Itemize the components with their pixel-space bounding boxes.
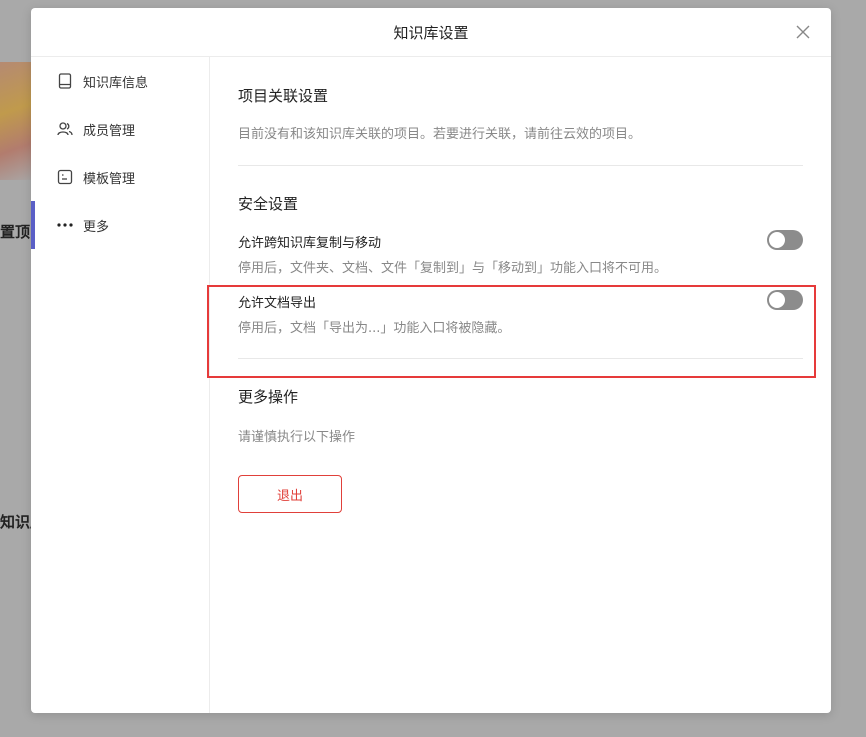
exit-button[interactable]: 退出 xyxy=(238,475,342,513)
more-ops-title: 更多操作 xyxy=(238,388,299,406)
sidebar-item-label: 更多 xyxy=(83,219,110,235)
close-icon xyxy=(796,25,810,39)
more-ops-description: 请谨慎执行以下操作 xyxy=(238,430,356,445)
template-icon xyxy=(57,169,73,185)
sidebar-item-members[interactable]: 成员管理 xyxy=(31,105,209,153)
more-dots-icon xyxy=(57,217,73,233)
book-icon xyxy=(57,73,73,89)
sidebar-item-templates[interactable]: 模板管理 xyxy=(31,153,209,201)
users-icon xyxy=(57,121,73,137)
export-toggle[interactable] xyxy=(767,290,803,310)
project-description: 目前没有和该知识库关联的项目。若要进行关联，请前往云效的项目。 xyxy=(238,127,642,142)
settings-content: 项目关联设置 目前没有和该知识库关联的项目。若要进行关联，请前往云效的项目。 安… xyxy=(238,57,803,713)
toggle-knob xyxy=(769,292,785,308)
export-description: 停用后，文档「导出为...」功能入口将被隐藏。 xyxy=(238,321,511,336)
section-divider xyxy=(238,358,803,359)
settings-modal: 知识库设置 知识库信息 成员管理 模板管理 更多 项目关联设置 目前没有和该知识… xyxy=(31,8,831,713)
security-section-title: 安全设置 xyxy=(238,195,299,213)
section-divider xyxy=(238,165,803,166)
sidebar-item-info[interactable]: 知识库信息 xyxy=(31,57,209,105)
close-button[interactable] xyxy=(793,22,813,42)
modal-header: 知识库设置 xyxy=(31,8,831,57)
settings-sidebar: 知识库信息 成员管理 模板管理 更多 xyxy=(31,57,210,713)
toggle-knob xyxy=(769,232,785,248)
project-section-title: 项目关联设置 xyxy=(238,87,329,105)
export-label: 允许文档导出 xyxy=(238,296,317,311)
copy-move-description: 停用后，文件夹、文档、文件「复制到」与「移动到」功能入口将不可用。 xyxy=(238,261,668,276)
sidebar-item-label: 知识库信息 xyxy=(83,75,149,91)
modal-title: 知识库设置 xyxy=(393,23,469,42)
sidebar-item-more[interactable]: 更多 xyxy=(31,201,209,249)
copy-move-label: 允许跨知识库复制与移动 xyxy=(238,236,382,251)
sidebar-item-label: 成员管理 xyxy=(83,123,136,139)
copy-move-toggle[interactable] xyxy=(767,230,803,250)
sidebar-item-label: 模板管理 xyxy=(83,171,136,187)
